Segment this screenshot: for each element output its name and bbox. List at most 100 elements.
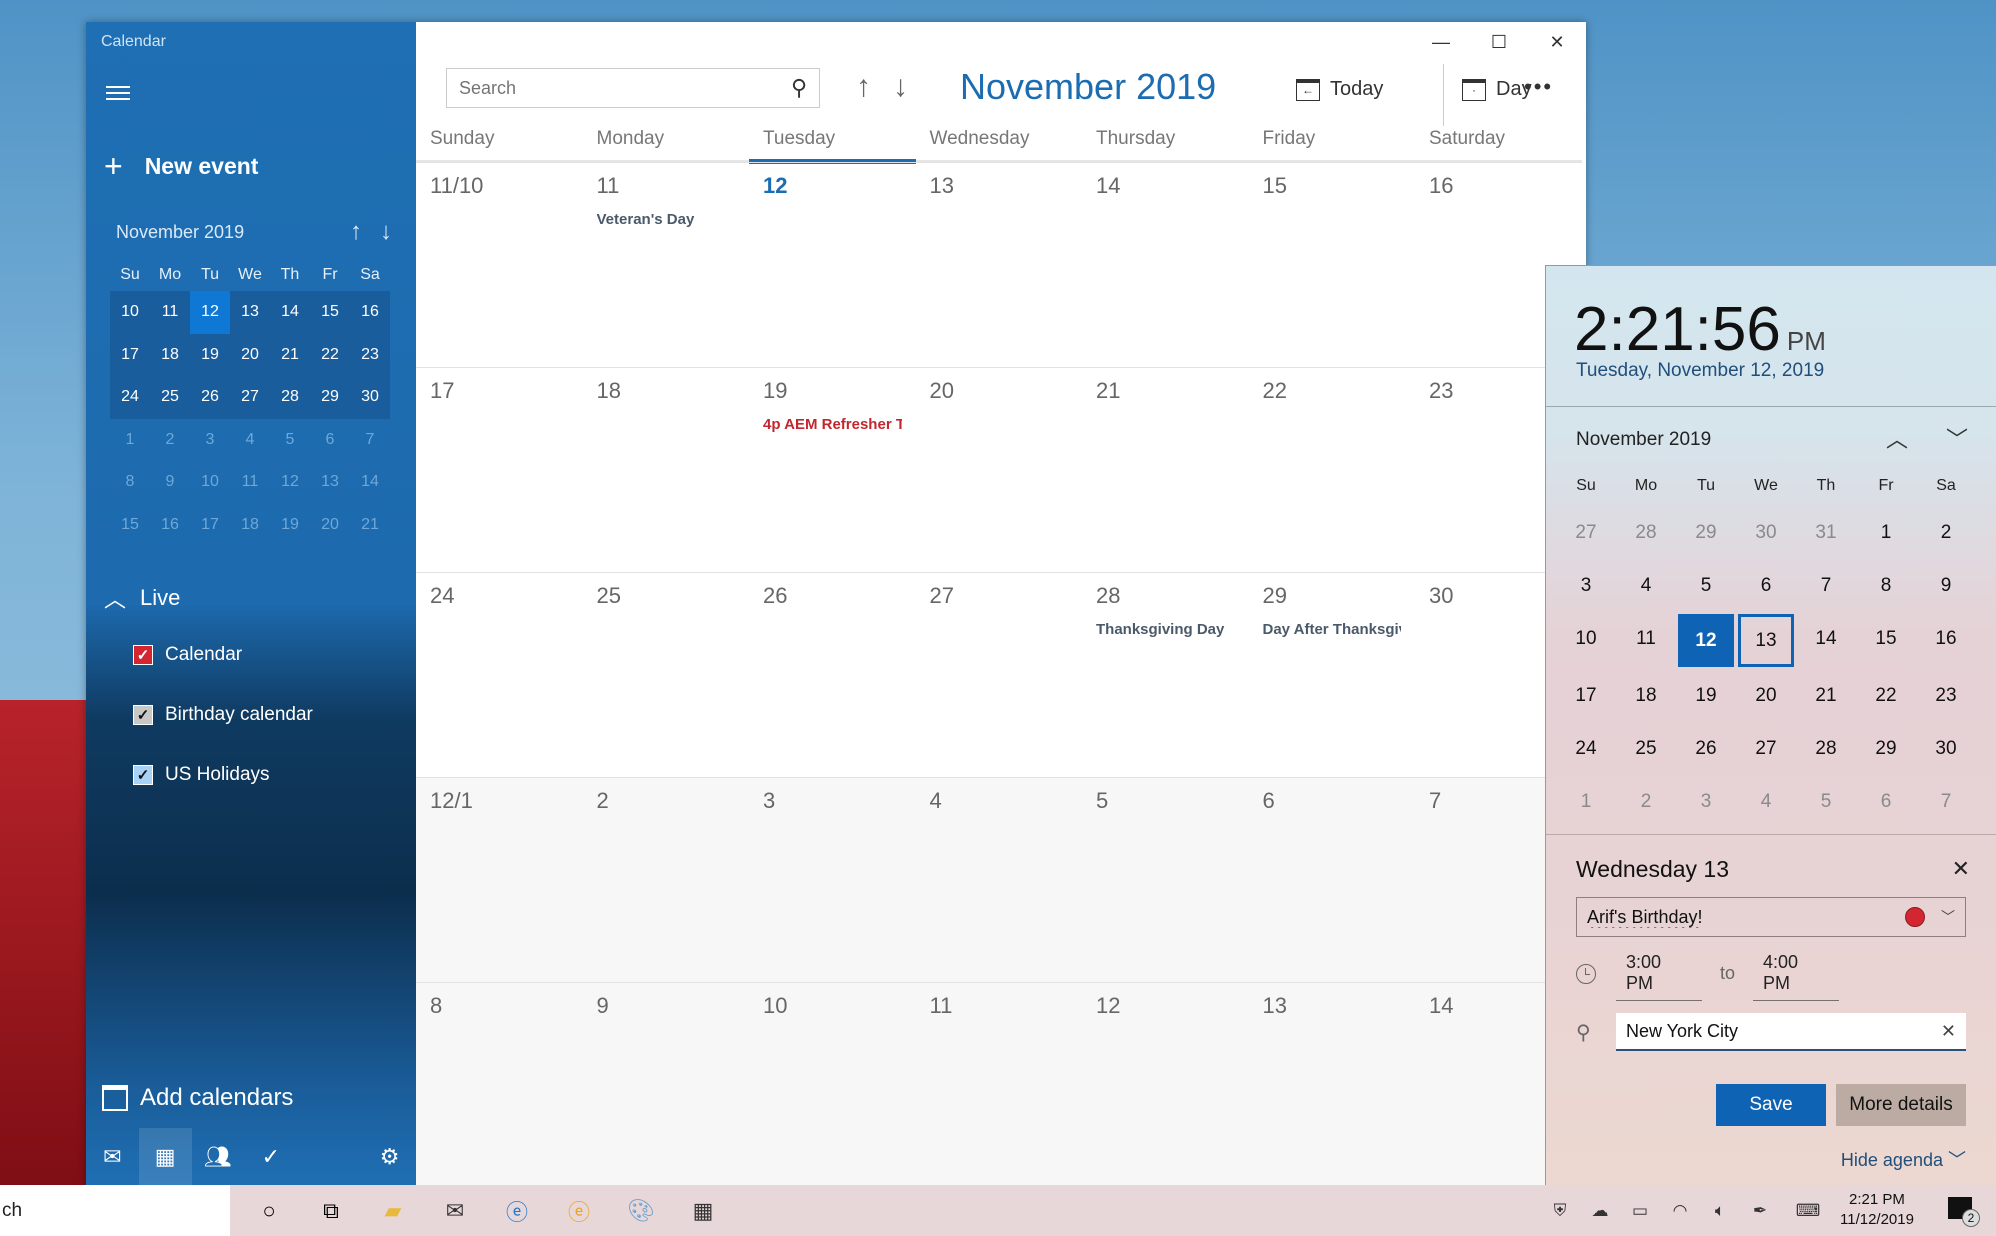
battery-icon[interactable]: ▭ — [1620, 1201, 1660, 1221]
calendar-event[interactable]: Thanksgiving Day — [1096, 621, 1235, 638]
mini-calendar-day[interactable]: 26 — [190, 376, 230, 419]
event-title-input[interactable] — [1587, 906, 1905, 928]
mini-calendar-day[interactable]: 1 — [110, 419, 150, 462]
flyout-calendar-day[interactable]: 3 — [1556, 559, 1616, 612]
pen-icon[interactable]: ✒ — [1740, 1201, 1780, 1221]
flyout-date-link[interactable]: Tuesday, November 12, 2019 — [1576, 360, 1824, 382]
next-month-arrow-icon[interactable]: ↓ — [893, 70, 908, 104]
flyout-calendar-day[interactable]: 23 — [1916, 669, 1976, 722]
edge-dev-icon[interactable]: ⓔ — [486, 1185, 548, 1236]
flyout-calendar-day[interactable]: 27 — [1736, 722, 1796, 775]
mini-calendar-day[interactable]: 21 — [350, 504, 390, 547]
day-cell[interactable]: 14 — [1082, 163, 1249, 367]
day-cell[interactable]: 15 — [1249, 163, 1416, 367]
mini-calendar-day[interactable]: 22 — [310, 333, 350, 376]
flyout-calendar-day[interactable]: 1 — [1556, 775, 1616, 828]
flyout-calendar-day[interactable]: 16 — [1916, 612, 1976, 665]
mini-calendar-day[interactable]: 13 — [310, 461, 350, 504]
mini-calendar-day[interactable]: 19 — [190, 333, 230, 376]
flyout-calendar-day[interactable]: 15 — [1856, 612, 1916, 665]
mini-calendar-day[interactable]: 4 — [230, 419, 270, 462]
hamburger-menu-button[interactable] — [106, 82, 130, 106]
mini-calendar-day[interactable]: 13 — [230, 291, 270, 334]
paint-icon[interactable]: 🎨︎ — [610, 1185, 672, 1236]
flyout-calendar-day[interactable]: 7 — [1796, 559, 1856, 612]
minimize-button[interactable]: — — [1412, 22, 1470, 62]
flyout-calendar-day[interactable]: 14 — [1796, 612, 1856, 665]
flyout-calendar-day[interactable]: 19 — [1676, 669, 1736, 722]
flyout-calendar-day[interactable]: 5 — [1676, 559, 1736, 612]
task-view-icon[interactable]: ⧉ — [300, 1185, 362, 1236]
file-explorer-icon[interactable]: ▰ — [362, 1185, 424, 1236]
mini-calendar-day[interactable]: 9 — [150, 461, 190, 504]
flyout-calendar-day[interactable]: 27 — [1556, 506, 1616, 559]
mini-calendar-day[interactable]: 11 — [230, 461, 270, 504]
day-cell[interactable]: 9 — [583, 983, 750, 1187]
mini-calendar-day[interactable]: 11 — [150, 291, 190, 334]
flyout-calendar-day[interactable]: 30 — [1736, 506, 1796, 559]
volume-icon[interactable]: 🔈︎ — [1700, 1201, 1740, 1221]
day-cell[interactable]: 13 — [916, 163, 1083, 367]
mini-calendar-day[interactable]: 16 — [150, 504, 190, 547]
day-cell[interactable]: 12/1 — [416, 778, 583, 982]
calendar-toggle-calendar[interactable]: ✓ Calendar — [133, 644, 242, 666]
flyout-calendar-day[interactable]: 10 — [1556, 612, 1616, 665]
day-cell[interactable]: 20 — [916, 368, 1083, 572]
mini-calendar-day[interactable]: 2 — [150, 419, 190, 462]
settings-nav-button[interactable]: ⚙ — [363, 1128, 416, 1185]
day-cell[interactable]: 11 Veteran's Day — [583, 163, 750, 367]
flyout-calendar-day[interactable]: 30 — [1916, 722, 1976, 775]
more-details-button[interactable]: More details — [1836, 1084, 1966, 1126]
account-group-live[interactable]: ︿ Live — [104, 582, 180, 614]
flyout-calendar-day[interactable]: 7 — [1916, 775, 1976, 828]
flyout-calendar-day[interactable]: 24 — [1556, 722, 1616, 775]
mini-calendar-day[interactable]: 15 — [110, 504, 150, 547]
todo-nav-button[interactable]: ✓ — [244, 1128, 297, 1185]
flyout-calendar-day[interactable]: 9 — [1916, 559, 1976, 612]
day-cell[interactable]: 2 — [583, 778, 750, 982]
mail-app-icon[interactable]: ✉ — [424, 1185, 486, 1236]
flyout-calendar-day[interactable]: 5 — [1796, 775, 1856, 828]
flyout-month-label[interactable]: November 2019 — [1576, 429, 1711, 451]
chevron-up-icon[interactable]: ︿ — [1886, 422, 1908, 454]
mini-calendar-day[interactable]: 18 — [230, 504, 270, 547]
mini-calendar-day[interactable]: 8 — [110, 461, 150, 504]
taskbar-search-box[interactable]: ch — [0, 1185, 230, 1236]
people-nav-button[interactable]: 👥︎ — [192, 1128, 245, 1185]
mini-calendar-day[interactable]: 28 — [270, 376, 310, 419]
flyout-calendar-day[interactable]: 31 — [1796, 506, 1856, 559]
cortana-icon[interactable]: ○ — [238, 1185, 300, 1236]
flyout-calendar-day[interactable]: 21 — [1796, 669, 1856, 722]
chevron-down-icon[interactable]: ﹀ — [1946, 422, 1968, 454]
day-cell[interactable]: 11/10 — [416, 163, 583, 367]
calendar-toggle-birthday-calendar[interactable]: ✓ Birthday calendar — [133, 704, 313, 726]
start-time-field[interactable]: 3:00 PM — [1616, 946, 1702, 1001]
close-button[interactable]: ✕ — [1528, 22, 1586, 62]
calendar-toggle-us-holidays[interactable]: ✓ US Holidays — [133, 764, 270, 786]
day-cell[interactable]: 28 Thanksgiving Day — [1082, 573, 1249, 777]
today-button[interactable]: ← Today — [1296, 78, 1383, 101]
day-cell[interactable]: 26 — [749, 573, 916, 777]
day-cell[interactable]: 6 — [1249, 778, 1416, 982]
flyout-calendar-day[interactable]: 26 — [1676, 722, 1736, 775]
flyout-calendar-day[interactable]: 13 — [1738, 614, 1794, 667]
mini-calendar-day[interactable]: 7 — [350, 419, 390, 462]
calendar-app-icon[interactable]: ▦ — [672, 1185, 734, 1236]
calendar-nav-button[interactable]: ▦ — [138, 1128, 192, 1185]
day-cell[interactable]: 4 — [916, 778, 1083, 982]
flyout-calendar-day[interactable]: 1 — [1856, 506, 1916, 559]
search-icon[interactable]: ⚲ — [791, 75, 807, 101]
day-cell[interactable]: 13 — [1249, 983, 1416, 1187]
flyout-calendar-day[interactable]: 4 — [1736, 775, 1796, 828]
mini-calendar-day[interactable]: 10 — [190, 461, 230, 504]
flyout-calendar-day[interactable]: 4 — [1616, 559, 1676, 612]
add-calendars-button[interactable]: Add calendars — [102, 1084, 293, 1112]
flyout-calendar-day[interactable]: 6 — [1736, 559, 1796, 612]
flyout-calendar-day[interactable]: 29 — [1676, 506, 1736, 559]
mini-calendar-day[interactable]: 16 — [350, 291, 390, 334]
security-warning-icon[interactable]: ⛨ — [1540, 1201, 1580, 1221]
onedrive-icon[interactable]: ☁ — [1580, 1201, 1620, 1221]
mini-calendar-day[interactable]: 20 — [230, 333, 270, 376]
day-cell[interactable]: 5 — [1082, 778, 1249, 982]
location-input[interactable] — [1626, 1020, 1941, 1042]
